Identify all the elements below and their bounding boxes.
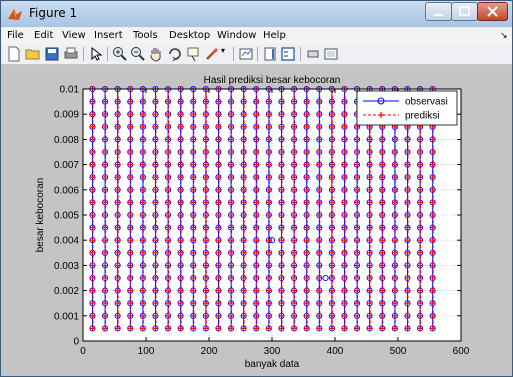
hide-plot-tools-icon[interactable] — [305, 46, 321, 62]
print-icon[interactable] — [63, 46, 79, 62]
window-title: Figure 1 — [29, 6, 78, 20]
menu-desktop[interactable]: Desktop — [169, 30, 210, 41]
legend[interactable]: observasi prediksi — [356, 90, 458, 126]
plot-svg: 0 100 200 300 400 500 600 0 0.001 0.002 0.003 0.004… — [35, 75, 470, 370]
colorbar-icon[interactable] — [262, 46, 278, 62]
x-tick-label: 200 — [201, 346, 218, 357]
figure-canvas: 0 100 200 300 400 500 600 0 0.001 0.002 0.003 0.004… — [1, 65, 512, 376]
brush-dropdown-icon[interactable]: ▾ — [221, 46, 237, 62]
matlab-icon — [8, 9, 22, 20]
close-button[interactable] — [477, 2, 508, 21]
y-tick-label: 0.01 — [60, 85, 80, 96]
close-icon — [487, 6, 498, 17]
y-tick-label: 0.003 — [54, 261, 79, 272]
menu-edit[interactable]: Edit — [34, 30, 53, 41]
menu-window[interactable]: Window — [217, 30, 256, 41]
y-tick-label: 0.002 — [54, 286, 79, 297]
y-tick-label: 0.008 — [54, 135, 79, 146]
toolbar-separator — [83, 47, 84, 61]
maximize-icon — [459, 6, 470, 16]
legend-observasi-label: observasi — [405, 97, 448, 108]
x-axis-label: banyak data — [245, 359, 300, 370]
x-tick-label: 0 — [80, 346, 86, 357]
maximize-button[interactable] — [451, 2, 478, 21]
save-icon[interactable] — [44, 46, 60, 62]
toolbar-separator — [233, 47, 234, 61]
x-tick-label: 100 — [138, 346, 155, 357]
y-tick-label: 0.006 — [54, 185, 79, 196]
toolbar-separator — [257, 47, 258, 61]
y-tick-label: 0 — [73, 337, 79, 348]
title-bar[interactable]: Figure 1 — [1, 1, 512, 27]
menu-file[interactable]: File — [7, 30, 24, 41]
x-tick-label: 600 — [453, 346, 470, 357]
y-axis-label: besar kebocoran — [35, 178, 46, 253]
brush-icon[interactable] — [204, 46, 220, 62]
menu-tools[interactable]: Tools — [133, 30, 158, 41]
x-tick-label: 400 — [327, 346, 344, 357]
x-tick-label: 500 — [390, 346, 407, 357]
y-tick-label: 0.001 — [54, 311, 79, 322]
toolbar-separator — [300, 47, 301, 61]
pan-hand-icon[interactable] — [148, 46, 164, 62]
zoom-in-icon[interactable] — [112, 46, 128, 62]
chart-title: Hasil prediksi besar kebocoran — [204, 75, 341, 86]
legend-icon[interactable] — [280, 46, 296, 62]
y-tick-label: 0.004 — [54, 236, 79, 247]
show-plot-tools-icon[interactable] — [323, 46, 339, 62]
minimize-icon — [434, 14, 443, 16]
toolbar-separator — [107, 47, 108, 61]
figure-toolbar: ▾ — [1, 44, 512, 65]
minimize-button[interactable] — [425, 2, 452, 21]
rotate-3d-icon[interactable] — [167, 46, 183, 62]
y-tick-label: 0.009 — [54, 110, 79, 121]
legend-prediksi-label: prediksi — [405, 111, 439, 122]
figure-window: Figure 1 File Edit View Insert Tools Des… — [0, 0, 513, 377]
menu-help[interactable]: Help — [263, 30, 286, 41]
menu-insert[interactable]: Insert — [94, 30, 123, 41]
new-file-icon[interactable] — [6, 46, 22, 62]
open-folder-icon[interactable] — [25, 46, 41, 62]
menu-view[interactable]: View — [62, 30, 86, 41]
data-cursor-icon[interactable] — [186, 46, 202, 62]
pointer-icon[interactable] — [88, 46, 104, 62]
menu-dock-arrow-icon[interactable]: ↘ — [500, 30, 508, 41]
menu-bar: File Edit View Insert Tools Desktop Wind… — [1, 28, 512, 44]
zoom-out-icon[interactable] — [130, 46, 146, 62]
link-plot-icon[interactable] — [238, 46, 254, 62]
x-tick-label: 300 — [264, 346, 281, 357]
y-tick-label: 0.007 — [54, 160, 79, 171]
axes[interactable]: 0 100 200 300 400 500 600 0 0.001 0.002 0.003 0.004… — [35, 75, 470, 370]
y-tick-label: 0.005 — [54, 211, 79, 222]
